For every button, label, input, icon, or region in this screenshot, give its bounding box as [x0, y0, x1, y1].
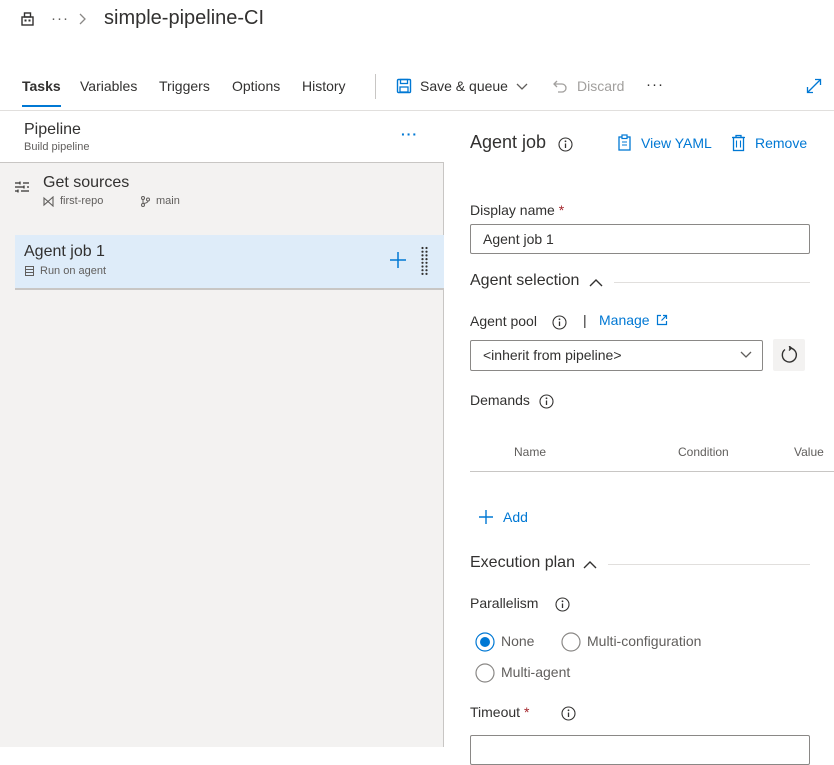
agent-job-item[interactable]: Agent job 1 Run on agent	[15, 235, 444, 290]
timeout-label: Timeout *	[470, 704, 529, 720]
tab-triggers[interactable]: Triggers	[159, 78, 210, 94]
save-queue-button[interactable]: Save & queue	[396, 76, 536, 98]
refresh-icon	[780, 346, 798, 364]
view-yaml-button[interactable]: View YAML	[617, 134, 717, 154]
agent-pool-value: <inherit from pipeline>	[483, 347, 622, 363]
agent-pool-label: Agent pool	[470, 313, 537, 329]
clipboard-icon	[617, 134, 633, 152]
pipeline-icon	[21, 12, 34, 26]
label-separator: |	[583, 312, 587, 328]
column-header-name: Name	[514, 445, 547, 459]
pipeline-item[interactable]: Pipeline Build pipeline ···	[0, 111, 444, 163]
tab-variables[interactable]: Variables	[80, 78, 137, 94]
save-queue-label: Save & queue	[420, 78, 508, 94]
expand-icon[interactable]	[806, 78, 822, 94]
manage-link[interactable]: Manage	[599, 312, 650, 328]
refresh-button[interactable]	[773, 339, 805, 371]
agent-job-title: Agent job	[470, 132, 547, 152]
demands-table-divider	[470, 471, 834, 472]
add-label: Add	[503, 509, 528, 525]
column-header-value: Value	[794, 445, 824, 459]
plus-icon	[478, 509, 494, 525]
get-sources-item[interactable]: Get sources first-repo main	[0, 170, 444, 214]
display-name-label-text: Display name	[470, 202, 555, 218]
info-icon[interactable]	[555, 597, 570, 612]
active-tab-indicator	[22, 105, 61, 107]
discard-button[interactable]: Discard	[552, 76, 632, 98]
tab-history[interactable]: History	[302, 78, 346, 94]
display-name-field[interactable]: Agent job 1	[470, 224, 810, 254]
radio-none-label: None	[501, 633, 535, 649]
radio-none[interactable]	[475, 632, 495, 652]
required-mark: *	[558, 202, 565, 218]
remove-label: Remove	[755, 135, 808, 151]
parallelism-label: Parallelism	[470, 595, 539, 611]
agent-selection-header[interactable]: Agent selection	[470, 272, 579, 290]
view-yaml-label: View YAML	[641, 135, 712, 151]
agent-job-item-title: Agent job 1	[24, 243, 105, 260]
required-mark: *	[523, 704, 530, 720]
chevron-up-icon[interactable]	[583, 560, 597, 569]
tab-options[interactable]: Options	[232, 78, 280, 94]
trash-icon	[731, 134, 746, 152]
toolbar-more-button[interactable]: ···	[646, 76, 664, 93]
chevron-down-icon	[516, 83, 528, 91]
undo-icon	[552, 78, 568, 94]
radio-multi-agent-label: Multi-agent	[501, 664, 571, 680]
discard-label: Discard	[577, 78, 625, 94]
breadcrumb-more-button[interactable]: ···	[51, 10, 69, 27]
add-demand-button[interactable]: Add	[478, 507, 538, 527]
execution-plan-header[interactable]: Execution plan	[470, 554, 575, 572]
radio-multi-configuration-label: Multi-configuration	[587, 633, 702, 649]
info-icon[interactable]	[552, 315, 567, 330]
get-sources-title: Get sources	[43, 174, 130, 191]
sources-list-icon	[14, 181, 30, 195]
info-icon[interactable]	[561, 706, 576, 721]
info-icon[interactable]	[558, 137, 573, 152]
drag-handle-icon[interactable]	[420, 246, 430, 276]
timeout-field[interactable]	[470, 735, 810, 765]
timeout-label-text: Timeout	[470, 704, 521, 720]
radio-multi-configuration[interactable]	[561, 632, 581, 652]
external-link-icon	[656, 314, 668, 326]
agent-selection-divider	[614, 282, 810, 283]
radio-multi-agent[interactable]	[475, 663, 495, 683]
repo-icon	[43, 196, 54, 207]
info-icon[interactable]	[539, 394, 554, 409]
pipeline-item-subtitle: Build pipeline	[24, 141, 90, 153]
pipeline-more-button[interactable]: ···	[401, 126, 418, 142]
branch-icon	[140, 196, 150, 207]
pipeline-item-title: Pipeline	[24, 121, 81, 138]
display-name-label: Display name *	[470, 202, 564, 218]
execution-plan-divider	[608, 564, 810, 565]
save-icon	[396, 78, 412, 94]
agent-pool-select[interactable]: <inherit from pipeline>	[470, 340, 763, 371]
remove-button[interactable]: Remove	[731, 134, 811, 154]
chevron-down-icon	[740, 351, 752, 359]
add-task-icon[interactable]	[389, 251, 407, 269]
branch-name: main	[156, 195, 180, 207]
chevron-right-icon	[79, 13, 86, 25]
toolbar-divider	[375, 74, 376, 99]
tab-tasks[interactable]: Tasks	[22, 78, 61, 94]
agent-job-item-subtitle: Run on agent	[40, 265, 107, 277]
page-title: simple-pipeline-CI	[104, 7, 265, 29]
demands-label: Demands	[470, 392, 530, 408]
chevron-up-icon[interactable]	[589, 278, 603, 287]
agent-server-icon	[25, 266, 34, 276]
repo-name: first-repo	[60, 195, 104, 207]
column-header-condition: Condition	[678, 445, 729, 459]
